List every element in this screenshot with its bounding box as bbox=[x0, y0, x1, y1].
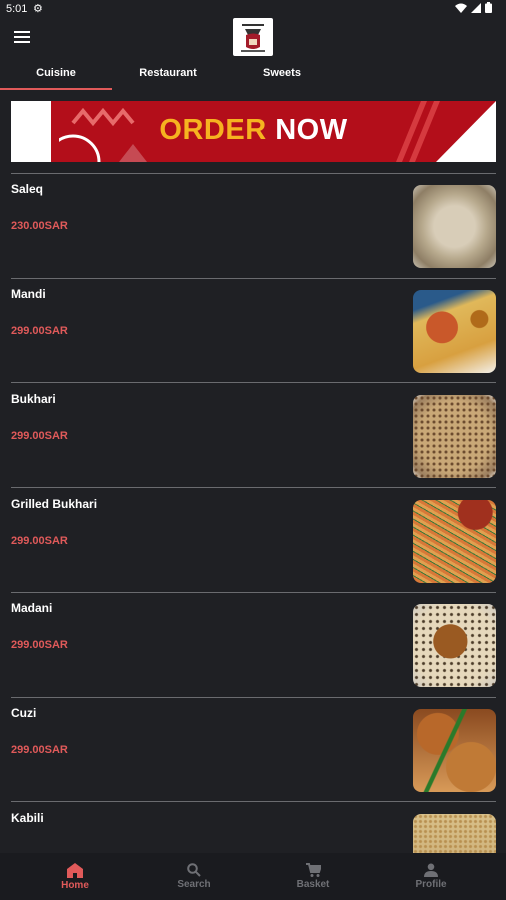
banner-headline: ORDER NOW bbox=[11, 114, 496, 147]
person-icon bbox=[424, 863, 438, 877]
cart-icon bbox=[305, 863, 321, 877]
active-tab-indicator bbox=[0, 88, 112, 90]
dish-photo[interactable] bbox=[413, 290, 496, 373]
system-icons bbox=[455, 2, 492, 13]
home-icon bbox=[67, 863, 83, 878]
nav-label: Profile bbox=[415, 879, 447, 890]
nav-label: Search bbox=[177, 879, 211, 890]
status-bar: 5:01 ⚙ bbox=[0, 0, 506, 18]
signal-icon bbox=[471, 2, 481, 13]
restaurant-logo bbox=[233, 18, 273, 56]
menu-item-price: 299.00SAR bbox=[11, 430, 68, 442]
list-divider bbox=[11, 173, 496, 174]
hamburger-menu-icon[interactable] bbox=[14, 31, 30, 43]
nav-home[interactable]: Home bbox=[20, 853, 130, 900]
dish-photo[interactable] bbox=[413, 709, 496, 792]
menu-item[interactable]: Bukhari 299.00SAR bbox=[11, 385, 496, 489]
category-tabs: Cuisine Restaurant Sweets bbox=[0, 58, 506, 90]
menu-item[interactable]: Cuzi 299.00SAR bbox=[11, 699, 496, 803]
tab-cuisine[interactable]: Cuisine bbox=[0, 58, 112, 90]
menu-item-price: 299.00SAR bbox=[11, 744, 68, 756]
menu-item-price: 230.00SAR bbox=[11, 220, 68, 232]
dish-photo[interactable] bbox=[413, 395, 496, 478]
order-now-banner[interactable]: ORDER NOW bbox=[11, 101, 496, 162]
dish-photo[interactable] bbox=[413, 814, 496, 853]
menu-item-name: Saleq bbox=[11, 182, 44, 196]
bottom-navigation: Home Search Basket Profile bbox=[0, 853, 506, 900]
settings-gear-icon: ⚙ bbox=[33, 3, 43, 15]
menu-item[interactable]: Mandi 299.00SAR bbox=[11, 280, 496, 384]
menu-item[interactable]: Kabili bbox=[11, 804, 496, 853]
app-bar bbox=[0, 18, 506, 58]
menu-item-name: Madani bbox=[11, 601, 53, 615]
dish-photo[interactable] bbox=[413, 185, 496, 268]
dish-photo[interactable] bbox=[413, 500, 496, 583]
menu-item-name: Bukhari bbox=[11, 392, 56, 406]
menu-item-price: 299.00SAR bbox=[11, 325, 68, 337]
battery-icon bbox=[485, 2, 492, 13]
menu-item[interactable]: Madani 299.00SAR bbox=[11, 594, 496, 698]
banner-now-text: NOW bbox=[275, 114, 348, 146]
menu-item-name: Kabili bbox=[11, 811, 44, 825]
menu-item[interactable]: Grilled Bukhari 299.00SAR bbox=[11, 490, 496, 594]
menu-item-name: Grilled Bukhari bbox=[11, 497, 98, 511]
menu-item-name: Mandi bbox=[11, 287, 46, 301]
tab-sweets[interactable]: Sweets bbox=[226, 58, 338, 90]
nav-basket[interactable]: Basket bbox=[258, 853, 368, 900]
search-icon bbox=[187, 863, 201, 877]
status-time: 5:01 bbox=[6, 3, 28, 15]
menu-item-name: Cuzi bbox=[11, 706, 37, 720]
menu-item-price: 299.00SAR bbox=[11, 639, 68, 651]
banner-order-text: ORDER bbox=[159, 114, 267, 146]
wifi-icon bbox=[455, 3, 467, 13]
nav-label: Home bbox=[61, 880, 89, 891]
nav-label: Basket bbox=[296, 879, 330, 890]
menu-item[interactable]: Saleq 230.00SAR bbox=[11, 175, 496, 279]
nav-search[interactable]: Search bbox=[139, 853, 249, 900]
dish-photo[interactable] bbox=[413, 604, 496, 687]
nav-profile[interactable]: Profile bbox=[376, 853, 486, 900]
tab-restaurant[interactable]: Restaurant bbox=[112, 58, 224, 90]
menu-item-price: 299.00SAR bbox=[11, 535, 68, 547]
